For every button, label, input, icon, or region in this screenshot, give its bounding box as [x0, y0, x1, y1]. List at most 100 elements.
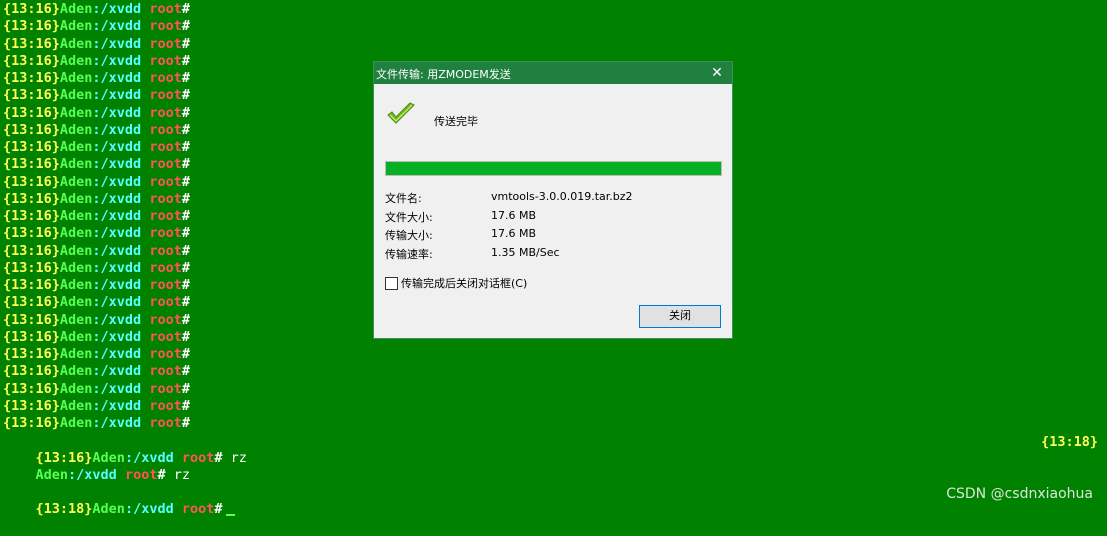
prompt-host: Aden — [59, 156, 93, 173]
prompt-user: root — [149, 121, 182, 138]
prompt-line: {13:16}Aden:/xvdd root# — [3, 277, 247, 294]
rz-command-line: {13:16}Aden:/xvdd root# rz — [3, 432, 247, 466]
prompt-hash: # — [181, 35, 190, 52]
close-icon[interactable]: ✕ — [708, 64, 726, 82]
prompt-line: {13:16}Aden:/xvdd root# — [3, 329, 247, 346]
dialog-titlebar[interactable]: 文件传输: 用ZMODEM发送 ✕ — [374, 62, 732, 84]
prompt-path: :/xvdd — [92, 277, 142, 293]
prompt-line: {13:16}Aden:/xvdd root# — [3, 36, 247, 53]
prompt-host: Aden — [59, 294, 93, 311]
prompt-hash: # — [181, 208, 190, 224]
prompt-time: {13:16} — [3, 52, 60, 69]
prompt-path: :/xvdd — [124, 501, 174, 518]
prompt-time: {13:16} — [3, 35, 60, 52]
prompt-user: root — [181, 449, 215, 466]
transfer-progress-bar — [385, 161, 722, 176]
prompt-hash: # — [181, 346, 190, 362]
prompt-line: {13:16}Aden:/xvdd root# — [3, 1, 247, 18]
prompt-path: :/xvdd — [92, 208, 142, 224]
prompt-host: Aden — [59, 259, 93, 276]
prompt-user: root — [149, 259, 182, 276]
prompt-user: root — [149, 277, 182, 293]
prompt-path: :/xvdd — [92, 87, 142, 104]
prompt-user: root — [149, 346, 182, 362]
prompt-hash: # — [181, 397, 190, 414]
prompt-hash: # — [181, 52, 190, 69]
auto-close-checkbox[interactable]: 传输完成后关闭对话框(C) — [385, 275, 527, 291]
prompt-path: :/xvdd — [92, 346, 142, 362]
prompt-user: root — [149, 363, 182, 380]
prompt-hash: # — [181, 70, 190, 86]
prompt-path: :/xvdd — [92, 225, 142, 242]
info-value: 17.6 MB — [491, 227, 537, 240]
prompt-host: Aden — [35, 466, 69, 483]
prompt-time: {13:16} — [3, 415, 60, 431]
prompt-hash: # — [157, 466, 166, 483]
prompt-hash: # — [181, 173, 190, 190]
prompt-user: root — [149, 173, 182, 190]
close-button[interactable]: 关闭 — [639, 305, 721, 328]
prompt-user: root — [149, 190, 182, 207]
prompt-host: Aden — [59, 139, 93, 155]
prompt-host: Aden — [59, 87, 93, 104]
prompt-hash: # — [181, 294, 190, 311]
prompt-time: {13:16} — [3, 346, 60, 362]
auto-close-label: 传输完成后关闭对话框(C) — [401, 277, 528, 290]
command-text: rz — [165, 466, 190, 483]
prompt-path: :/xvdd — [92, 397, 142, 414]
prompt-path: :/xvdd — [92, 311, 142, 328]
prompt-host: Aden — [59, 346, 93, 362]
prompt-time: {13:16} — [3, 208, 60, 224]
prompt-hash: # — [214, 449, 223, 466]
terminal-output[interactable]: {13:16}Aden:/xvdd root# {13:16}Aden:/xvdd… — [3, 1, 247, 517]
prompt-host: Aden — [59, 52, 93, 69]
prompt-hash: # — [181, 225, 190, 242]
prompt-hash: # — [181, 277, 190, 293]
checkmark-icon — [387, 102, 415, 124]
prompt-path: :/xvdd — [124, 449, 174, 466]
prompt-hash: # — [181, 380, 190, 397]
prompt-path: :/xvdd — [92, 242, 142, 259]
dialog-title: 文件传输: 用ZMODEM发送 — [376, 68, 511, 81]
prompt-path: :/xvdd — [92, 52, 142, 69]
prompt-host: Aden — [92, 449, 125, 466]
prompt-time: {13:16} — [35, 449, 93, 466]
info-value: 17.6 MB — [491, 209, 537, 222]
prompt-line: {13:16}Aden:/xvdd root# — [3, 381, 247, 398]
prompt-user: root — [149, 87, 182, 104]
prompt-host: Aden — [59, 415, 93, 431]
prompt-hash: # — [181, 363, 190, 380]
prompt-hash: # — [181, 104, 190, 121]
prompt-host: Aden — [59, 121, 93, 138]
prompt-line: {13:16}Aden:/xvdd root# — [3, 243, 247, 260]
prompt-path: :/xvdd — [92, 70, 142, 86]
watermark: CSDN @csdnxiaohua — [946, 486, 1093, 502]
prompt-line: {13:16}Aden:/xvdd root# — [3, 174, 247, 191]
prompt-user: root — [149, 1, 182, 17]
prompt-host: Aden — [59, 35, 93, 52]
prompt-user: root — [149, 139, 182, 155]
prompt-path: :/xvdd — [92, 259, 142, 276]
prompt-hash: # — [181, 18, 190, 35]
prompt-host: Aden — [59, 242, 93, 259]
prompt-line: {13:16}Aden:/xvdd root# — [3, 105, 247, 122]
checkbox-box[interactable] — [385, 276, 398, 290]
prompt-user: root — [181, 501, 215, 518]
progress-fill — [386, 162, 721, 175]
prompt-user: root — [149, 18, 182, 35]
prompt-line: {13:16}Aden:/xvdd root# — [3, 70, 247, 87]
prompt-host: Aden — [59, 70, 93, 86]
prompt-host: Aden — [59, 277, 93, 293]
prompt-user: root — [149, 397, 182, 414]
prompt-line: {13:16}Aden:/xvdd root# — [3, 139, 247, 156]
prompt-path: :/xvdd — [92, 1, 142, 17]
prompt-time: {13:16} — [3, 18, 60, 35]
prompt-host: Aden — [59, 397, 93, 414]
terminal-cursor — [225, 514, 235, 517]
prompt-time: {13:16} — [3, 87, 60, 104]
prompt-time: {13:16} — [3, 121, 60, 138]
prompt-hash: # — [181, 87, 190, 104]
prompt-time: {13:16} — [3, 363, 60, 380]
prompt-user: root — [149, 208, 182, 224]
info-value: vmtools-3.0.0.019.tar.bz2 — [491, 190, 633, 203]
